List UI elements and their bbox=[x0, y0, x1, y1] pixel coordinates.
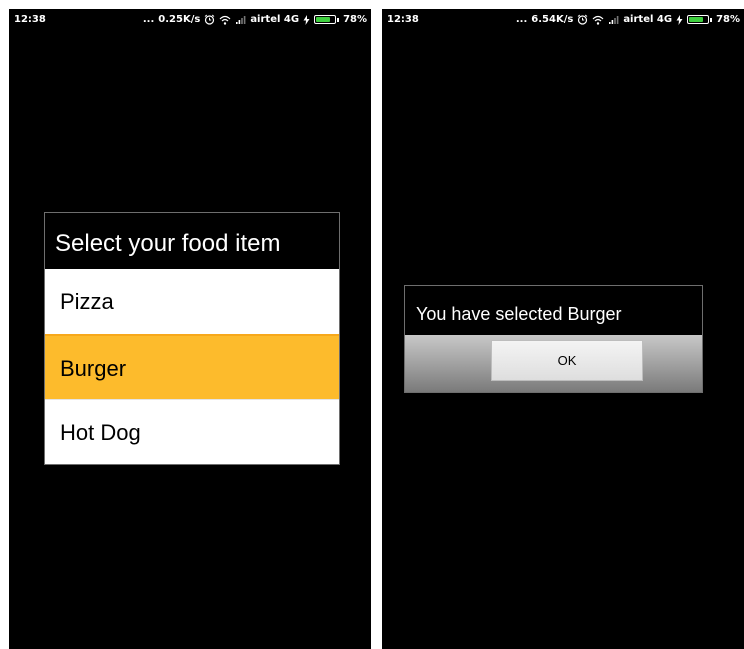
selection-result-dialog: You have selected Burger OK bbox=[404, 285, 703, 393]
ok-button[interactable]: OK bbox=[491, 340, 643, 381]
dialog-message: You have selected Burger bbox=[416, 304, 622, 324]
status-bar: 12:38 ... 6.54K/s airtel 4G 78% bbox=[382, 9, 744, 29]
charging-icon bbox=[303, 14, 310, 25]
alarm-icon bbox=[577, 14, 588, 25]
option-hot-dog[interactable]: Hot Dog bbox=[45, 399, 339, 464]
carrier-name: airtel 4G bbox=[623, 14, 673, 25]
wifi-icon bbox=[219, 15, 231, 25]
carrier-name: airtel 4G bbox=[250, 14, 300, 25]
status-indicators: ... 6.54K/s airtel 4G 78% bbox=[516, 14, 740, 25]
food-select-dialog: Select your food item Pizza Burger Hot D… bbox=[44, 212, 340, 465]
status-dots: ... bbox=[142, 14, 155, 25]
status-dots: ... bbox=[515, 14, 528, 25]
option-pizza[interactable]: Pizza bbox=[45, 269, 339, 334]
alarm-icon bbox=[204, 14, 215, 25]
battery-fill bbox=[689, 17, 704, 22]
battery-icon bbox=[687, 15, 713, 24]
network-speed: 6.54K/s bbox=[531, 14, 574, 25]
battery-percent: 78% bbox=[716, 14, 740, 25]
status-time: 12:38 bbox=[387, 14, 419, 25]
wifi-icon bbox=[592, 15, 604, 25]
battery-icon bbox=[314, 15, 340, 24]
charging-icon bbox=[676, 14, 683, 25]
status-indicators: ... 0.25K/s airtel 4G 78% bbox=[143, 14, 367, 25]
left-phone-screen: 12:38 ... 0.25K/s airtel 4G 78% Select y… bbox=[9, 9, 371, 649]
signal-icon bbox=[235, 15, 246, 25]
food-option-list: Pizza Burger Hot Dog bbox=[45, 269, 339, 464]
dialog-button-bar: OK bbox=[405, 335, 702, 392]
dialog-title: Select your food item bbox=[55, 230, 281, 257]
battery-percent: 78% bbox=[343, 14, 367, 25]
option-burger[interactable]: Burger bbox=[45, 334, 339, 399]
status-bar: 12:38 ... 0.25K/s airtel 4G 78% bbox=[9, 9, 371, 29]
battery-fill bbox=[316, 17, 331, 22]
right-phone-screen: 12:38 ... 6.54K/s airtel 4G 78% You have… bbox=[382, 9, 744, 649]
signal-icon bbox=[608, 15, 619, 25]
network-speed: 0.25K/s bbox=[158, 14, 201, 25]
status-time: 12:38 bbox=[14, 14, 46, 25]
